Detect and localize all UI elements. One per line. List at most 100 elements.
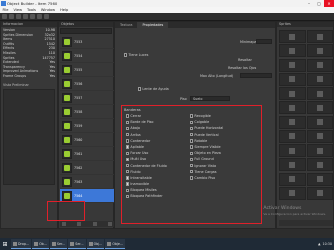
sprite-cell[interactable] (279, 87, 306, 100)
sprite-cell[interactable] (306, 186, 333, 200)
sprite-cell[interactable] (306, 144, 333, 157)
menu-tools[interactable]: Tools (25, 8, 39, 12)
sprite-cell[interactable] (306, 129, 333, 143)
objects-filter[interactable] (60, 28, 112, 34)
flag-checkbox[interactable] (190, 163, 194, 168)
flag-checkbox[interactable] (126, 132, 130, 137)
sprite-cell[interactable] (306, 72, 333, 86)
object-id: 7555 (74, 67, 83, 72)
object-list-item[interactable]: 7557 (60, 91, 114, 105)
flag-checkbox[interactable] (126, 163, 130, 168)
open-icon[interactable] (9, 14, 14, 19)
object-list-item[interactable]: 7558 (60, 105, 114, 119)
sprite-cell[interactable] (279, 72, 306, 86)
windows-start-icon[interactable]: ⊞ (0, 238, 10, 250)
flag-checkbox[interactable] (190, 120, 194, 124)
object-list-item[interactable]: 7556 (60, 77, 114, 91)
taskbar-app[interactable]: Ser... (49, 239, 68, 249)
flag-checkbox[interactable] (126, 188, 130, 193)
app-icon (51, 241, 56, 246)
flag-checkbox[interactable] (190, 126, 194, 131)
export-icon[interactable] (37, 14, 42, 19)
settings-icon[interactable] (44, 14, 49, 19)
sprite-cell[interactable] (279, 144, 306, 157)
flags-left-column: Cerrar Borde de Piso Abajo Arriba Contenedor… (126, 113, 188, 200)
flag-checkbox[interactable] (190, 114, 194, 118)
new-icon[interactable] (2, 14, 7, 19)
taskbar-app[interactable]: Obje... (105, 239, 126, 249)
taskbar-app[interactable]: Ob... (32, 239, 49, 249)
minimap-input[interactable] (256, 39, 272, 44)
object-list-item[interactable]: 7553 (60, 35, 114, 49)
flag-checkbox[interactable] (126, 170, 130, 174)
flag-checkbox[interactable] (126, 145, 130, 149)
object-list-item[interactable]: 7560 (60, 133, 114, 147)
object-list-item[interactable]: 7559 (60, 119, 114, 133)
import-icon[interactable] (30, 14, 35, 19)
flag-checkbox[interactable] (126, 182, 130, 186)
taskbar-app[interactable]: Obj... (86, 239, 105, 249)
sprite-cell[interactable] (306, 115, 333, 129)
sprite-cell[interactable] (306, 101, 333, 115)
next-page-icon[interactable] (92, 222, 97, 226)
compile-icon[interactable] (23, 14, 28, 19)
prev-page-icon[interactable] (77, 222, 82, 226)
sprite-cell[interactable] (279, 158, 306, 172)
flag-checkbox[interactable] (126, 194, 130, 199)
sprite-cell[interactable] (279, 30, 306, 43)
sprite-cell[interactable] (279, 58, 306, 72)
flag-checkbox[interactable] (126, 151, 130, 155)
flag-checkbox[interactable] (126, 114, 130, 118)
flag-checkbox[interactable] (126, 126, 130, 131)
max-length-input[interactable] (240, 73, 272, 78)
lens-help-checkbox[interactable] (138, 87, 142, 91)
menu-file[interactable]: File (0, 8, 11, 12)
close-icon[interactable]: ✕ (324, 0, 334, 7)
minimize-icon[interactable]: – (304, 0, 314, 7)
window-controls: – ▢ ✕ (304, 0, 334, 7)
menu-view[interactable]: View (11, 8, 25, 12)
flag-checkbox[interactable] (190, 170, 194, 174)
network-icon[interactable]: ▲ (318, 242, 321, 246)
tab-propiedades[interactable]: Propiedades (137, 22, 169, 28)
last-page-icon[interactable] (107, 222, 112, 226)
sprite-cell[interactable] (279, 186, 306, 200)
save-icon[interactable] (16, 14, 21, 19)
sprite-cell[interactable] (279, 172, 306, 186)
first-page-icon[interactable] (62, 222, 66, 226)
flag-checkbox[interactable] (126, 176, 130, 180)
menu-window[interactable]: Window (38, 8, 57, 12)
flag-checkbox[interactable] (190, 145, 194, 149)
object-list-item[interactable]: 7562 (60, 161, 114, 175)
flag-checkbox[interactable] (190, 176, 194, 180)
sprite-cell[interactable] (306, 87, 333, 100)
object-list-item[interactable]: 7554 (60, 49, 114, 63)
sprite-cell[interactable] (279, 129, 306, 143)
flag-checkbox[interactable] (126, 120, 130, 124)
sprite-cell[interactable] (279, 44, 306, 58)
object-list-item[interactable]: 7561 (60, 147, 114, 161)
clock[interactable]: 10:30 (322, 242, 332, 246)
sprite-cell[interactable] (306, 30, 333, 43)
menu-help[interactable]: Help (58, 8, 71, 12)
sprite-cell[interactable] (306, 172, 333, 186)
object-id: 7557 (74, 95, 83, 100)
sprite-cell[interactable] (279, 101, 306, 115)
taskbar-app[interactable]: Ser... (68, 239, 86, 249)
tab-textura[interactable]: Textura (115, 22, 137, 28)
flag-checkbox[interactable] (190, 151, 194, 155)
has-light-checkbox[interactable] (124, 53, 128, 57)
flag-checkbox[interactable] (126, 157, 130, 162)
flag-checkbox[interactable] (190, 157, 194, 162)
object-list-item[interactable]: 7563 (60, 175, 114, 189)
flag-checkbox[interactable] (190, 139, 194, 143)
sprite-cell[interactable] (306, 58, 333, 72)
sprite-cell[interactable] (279, 115, 306, 129)
maximize-icon[interactable]: ▢ (314, 0, 324, 7)
sprite-cell[interactable] (306, 158, 333, 172)
sprite-cell[interactable] (306, 44, 333, 58)
object-list-item[interactable]: 7555 (60, 63, 114, 77)
taskbar-app[interactable]: Drop... (11, 239, 32, 249)
flag-checkbox[interactable] (126, 139, 130, 143)
flag-checkbox[interactable] (190, 132, 194, 137)
